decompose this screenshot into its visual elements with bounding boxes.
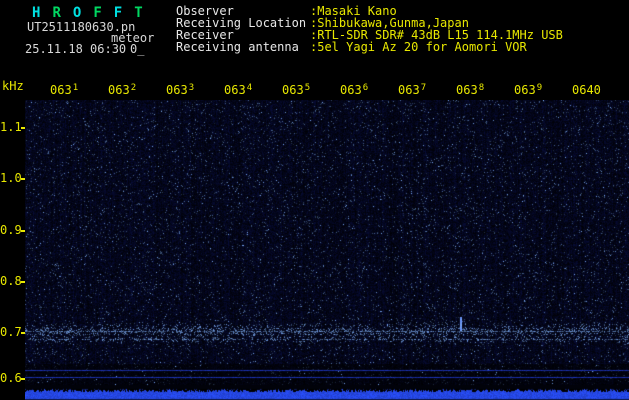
logo-letter: H — [32, 5, 40, 21]
logo-letter: R — [52, 5, 60, 21]
spectrogram-canvas — [25, 100, 629, 400]
hrofft-screen: HROFFT UT2511180630.pn meteor 25.11.18 0… — [0, 0, 629, 400]
freq-tick-label: 0.8 — [0, 274, 19, 288]
freq-tick-label: 1.1 — [0, 120, 19, 134]
time-tick-label: 0635 — [282, 83, 310, 97]
meta-label: Receiving antenna — [176, 41, 310, 53]
freq-tick-label: 0.9 — [0, 223, 19, 237]
logo-letter: F — [114, 5, 122, 21]
logo-letter: O — [73, 5, 81, 21]
app-logo: HROFFT — [32, 5, 155, 21]
time-tick-label: 0631 — [50, 83, 78, 97]
meta-value: :5el Yagi Az 20 for Aomori VOR — [310, 41, 527, 53]
time-tick-label: 0638 — [456, 83, 484, 97]
observation-meta: Observer:Masaki Kano Receiving Location:S… — [176, 5, 563, 53]
datetime-text: 25.11.18 06:30 — [25, 42, 126, 56]
freq-tick-label: 1.0 — [0, 171, 19, 185]
status-counter: 0_ — [130, 42, 144, 56]
logo-letter: T — [134, 5, 142, 21]
time-tick-label: 0632 — [108, 83, 136, 97]
time-tick-label: 0634 — [224, 83, 252, 97]
freq-tick-label: 0.7 — [0, 325, 19, 339]
logo-letter: F — [93, 5, 101, 21]
time-tick-label: 0637 — [398, 83, 426, 97]
freq-tick-label: 0.6 — [0, 371, 19, 385]
time-tick-label: 0636 — [340, 83, 368, 97]
time-tick-label: 0639 — [514, 83, 542, 97]
time-tick-label: 0633 — [166, 83, 194, 97]
y-axis-unit-label: kHz — [2, 79, 24, 93]
meta-row: Receiving antenna:5el Yagi Az 20 for Aom… — [176, 41, 563, 53]
time-tick-label: 0640 — [572, 83, 601, 97]
